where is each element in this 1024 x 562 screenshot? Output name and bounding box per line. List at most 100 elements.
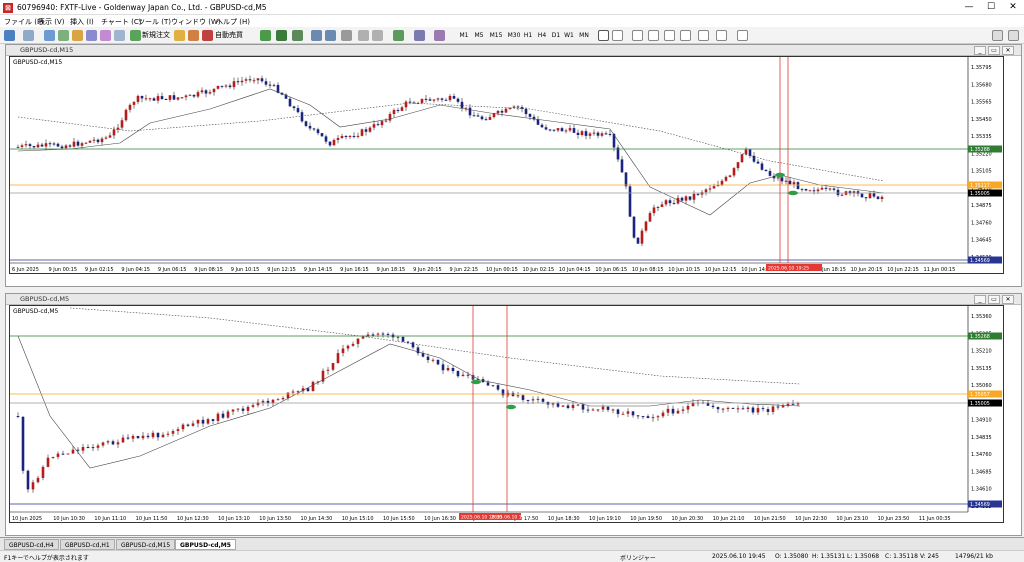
candle-body bbox=[281, 398, 285, 400]
menu-view[interactable]: 表示 (V) bbox=[38, 17, 64, 27]
zoom-out-icon[interactable] bbox=[325, 30, 336, 41]
candle-body bbox=[316, 129, 320, 134]
close-button[interactable]: ✕ bbox=[1002, 1, 1024, 14]
fibonacci-icon[interactable] bbox=[698, 30, 709, 41]
data-window-icon[interactable] bbox=[58, 30, 69, 41]
candle-body bbox=[791, 403, 795, 405]
pane-restore-button[interactable]: ▭ bbox=[988, 46, 1000, 55]
time-tick-label: 10 Jun 02:15 bbox=[522, 267, 554, 273]
candle-body bbox=[51, 456, 55, 458]
pane-minimize-button[interactable]: _ bbox=[974, 295, 986, 304]
menu-insert[interactable]: 挿入 (I) bbox=[70, 17, 94, 27]
candle-body bbox=[400, 107, 404, 111]
candlestick-icon[interactable] bbox=[276, 30, 287, 41]
candle-body bbox=[840, 194, 844, 196]
candle-body bbox=[668, 200, 672, 204]
tf-m5[interactable]: M5 bbox=[472, 30, 486, 41]
arrows-icon[interactable] bbox=[737, 30, 748, 41]
strategy-tester-icon[interactable] bbox=[100, 30, 111, 41]
candle-body bbox=[292, 106, 296, 109]
candle-body bbox=[466, 374, 470, 376]
horizontal-line-icon[interactable] bbox=[648, 30, 659, 41]
candle-body bbox=[641, 416, 645, 418]
menu-chart[interactable]: チャート (C) bbox=[101, 17, 142, 27]
text-tool-icon[interactable] bbox=[716, 30, 727, 41]
terminal-icon[interactable] bbox=[86, 30, 97, 41]
trendline-icon[interactable] bbox=[664, 30, 675, 41]
minimize-button[interactable]: — bbox=[958, 1, 980, 14]
pane-close-button[interactable]: ✕ bbox=[1002, 295, 1014, 304]
tab-h4[interactable]: GBPUSD-cd,H4 bbox=[4, 539, 59, 550]
pane-minimize-button[interactable]: _ bbox=[974, 46, 986, 55]
tab-m5[interactable]: GBPUSD-cd,M5 bbox=[175, 539, 236, 550]
time-tick-label: 10 Jun 14:30 bbox=[301, 516, 333, 522]
price-tick-label: 1.35680 bbox=[971, 82, 992, 88]
candle-body bbox=[460, 101, 464, 109]
candle-body bbox=[406, 341, 410, 343]
candle-body bbox=[381, 333, 385, 335]
marker-oval bbox=[788, 190, 798, 196]
menu-help[interactable]: ヘルプ (H) bbox=[216, 17, 250, 27]
new-chart-icon[interactable] bbox=[4, 30, 15, 41]
new-order-icon[interactable] bbox=[130, 30, 141, 41]
candle-body bbox=[796, 403, 800, 405]
market-watch-icon[interactable] bbox=[44, 30, 55, 41]
time-tick-label: 10 Jun 08:15 bbox=[632, 267, 664, 273]
pane-restore-button[interactable]: ▭ bbox=[988, 295, 1000, 304]
candle-body bbox=[660, 204, 664, 208]
tf-d1[interactable]: D1 bbox=[550, 30, 562, 41]
tf-m30[interactable]: M30 bbox=[506, 30, 522, 41]
tab-m15[interactable]: GBPUSD-cd,M15 bbox=[116, 539, 176, 550]
candle-body bbox=[808, 190, 812, 192]
tab-h1[interactable]: GBPUSD-cd,H1 bbox=[60, 539, 115, 550]
profiles-icon[interactable] bbox=[23, 30, 34, 41]
auto-trade-button[interactable]: 自動売買 bbox=[213, 29, 245, 42]
candle-body bbox=[100, 138, 104, 143]
tf-mn[interactable]: MN bbox=[577, 30, 591, 41]
zoom-in-icon[interactable] bbox=[311, 30, 322, 41]
candle-body bbox=[828, 188, 832, 190]
metaeditor-icon[interactable] bbox=[174, 30, 185, 41]
expert-icon[interactable] bbox=[188, 30, 199, 41]
chart-shift-icon[interactable] bbox=[372, 30, 383, 41]
candle-body bbox=[206, 419, 210, 424]
price-chart[interactable]: GBPUSD-cd,M5 1.353601.352851.352101.3513… bbox=[9, 305, 1004, 523]
tf-w1[interactable]: W1 bbox=[563, 30, 575, 41]
vertical-line-icon[interactable] bbox=[632, 30, 643, 41]
pane-close-button[interactable]: ✕ bbox=[1002, 46, 1014, 55]
tf-m1[interactable]: M1 bbox=[458, 30, 470, 41]
options-icon[interactable] bbox=[114, 30, 125, 41]
candle-body bbox=[651, 417, 655, 419]
menu-window[interactable]: ウィンドウ (W) bbox=[171, 17, 221, 27]
cursor-icon[interactable] bbox=[598, 30, 609, 41]
marker-oval bbox=[506, 404, 516, 410]
tf-h1[interactable]: H1 bbox=[522, 30, 534, 41]
periods-icon[interactable] bbox=[414, 30, 425, 41]
tf-h4[interactable]: H4 bbox=[536, 30, 548, 41]
line-chart-icon[interactable] bbox=[292, 30, 303, 41]
bar-chart-icon[interactable] bbox=[260, 30, 271, 41]
maximize-button[interactable]: ☐ bbox=[980, 1, 1002, 14]
candle-body bbox=[560, 128, 564, 132]
auto-scroll-icon[interactable] bbox=[358, 30, 369, 41]
navigator-icon[interactable] bbox=[72, 30, 83, 41]
candle-body bbox=[764, 169, 768, 172]
auto-trade-icon[interactable] bbox=[202, 30, 213, 41]
account-icon[interactable] bbox=[1008, 30, 1019, 41]
candle-body bbox=[272, 84, 276, 86]
price-chart[interactable]: GBPUSD-cd,M15 1.35795 1.35680 1.35565 1.354… bbox=[9, 56, 1004, 274]
candle-body bbox=[528, 114, 532, 117]
menu-tools[interactable]: ツール (T) bbox=[138, 17, 171, 27]
candle-body bbox=[564, 130, 568, 132]
price-tick-label: 1.35210 bbox=[971, 349, 992, 355]
candle-body bbox=[608, 133, 612, 135]
channel-icon[interactable] bbox=[680, 30, 691, 41]
crosshair-icon[interactable] bbox=[612, 30, 623, 41]
tf-m15[interactable]: M15 bbox=[488, 30, 504, 41]
templates-icon[interactable] bbox=[434, 30, 445, 41]
new-order-button[interactable]: 新規注文 bbox=[141, 29, 171, 42]
indicators-icon[interactable] bbox=[393, 30, 404, 41]
search-icon[interactable] bbox=[992, 30, 1003, 41]
candle-body bbox=[368, 127, 372, 132]
tile-windows-icon[interactable] bbox=[341, 30, 352, 41]
